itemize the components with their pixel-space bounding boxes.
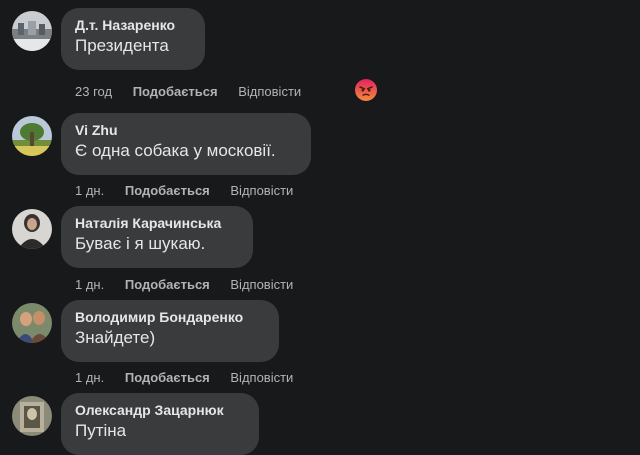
avatar[interactable] bbox=[12, 209, 52, 249]
comment-timestamp[interactable]: 1 дн. bbox=[75, 180, 104, 202]
comment-timestamp[interactable]: 1 дн. bbox=[75, 274, 104, 296]
reply-button[interactable]: Відповісти bbox=[230, 367, 293, 389]
comment-text: Знайдете) bbox=[75, 328, 156, 347]
comment-timestamp[interactable]: 23 год bbox=[75, 81, 112, 103]
comment-bubble: Vi Zhu Є одна собака у московії. bbox=[61, 113, 311, 175]
comment-actions: 1 дн. Подобається Відповісти bbox=[75, 366, 293, 388]
comment-text: Буває і я шукаю. bbox=[75, 234, 206, 253]
comment-author[interactable]: Володимир Бондаренко bbox=[75, 308, 265, 326]
comment-author[interactable]: Наталія Карачинська bbox=[75, 214, 239, 232]
avatar[interactable] bbox=[12, 303, 52, 343]
comment-bubble: Наталія Карачинська Буває і я шукаю. bbox=[61, 206, 253, 268]
like-button[interactable]: Подобається bbox=[125, 367, 210, 389]
reply-button[interactable]: Відповісти bbox=[230, 274, 293, 296]
reply-button[interactable]: Відповісти bbox=[230, 180, 293, 202]
comment-actions: 23 год Подобається Відповісти bbox=[75, 80, 301, 102]
comment-bubble: Д.т. Назаренко Президента bbox=[61, 8, 205, 70]
comment-author[interactable]: Олександр Зацарнюк bbox=[75, 401, 245, 419]
avatar[interactable] bbox=[12, 11, 52, 51]
comment-bubble: Володимир Бондаренко Знайдете) bbox=[61, 300, 279, 362]
comment-text: Президента bbox=[75, 36, 169, 55]
reply-button[interactable]: Відповісти bbox=[238, 81, 301, 103]
comment-author[interactable]: Vi Zhu bbox=[75, 121, 297, 139]
like-button[interactable]: Подобається bbox=[125, 274, 210, 296]
avatar[interactable] bbox=[12, 116, 52, 156]
comment-actions: 1 дн. Подобається Відповісти bbox=[75, 273, 293, 295]
like-button[interactable]: Подобається bbox=[125, 180, 210, 202]
comment-author[interactable]: Д.т. Назаренко bbox=[75, 16, 191, 34]
avatar[interactable] bbox=[12, 396, 52, 436]
comment-text: Є одна собака у московії. bbox=[75, 141, 276, 160]
comment-bubble: Олександр Зацарнюк Путіна bbox=[61, 393, 259, 455]
like-button[interactable]: Подобається bbox=[133, 81, 218, 103]
comment-actions: 1 дн. Подобається Відповісти bbox=[75, 179, 293, 201]
comment-text: Путіна bbox=[75, 421, 127, 440]
angry-reaction-icon[interactable] bbox=[354, 78, 378, 102]
comment-timestamp[interactable]: 1 дн. bbox=[75, 367, 104, 389]
